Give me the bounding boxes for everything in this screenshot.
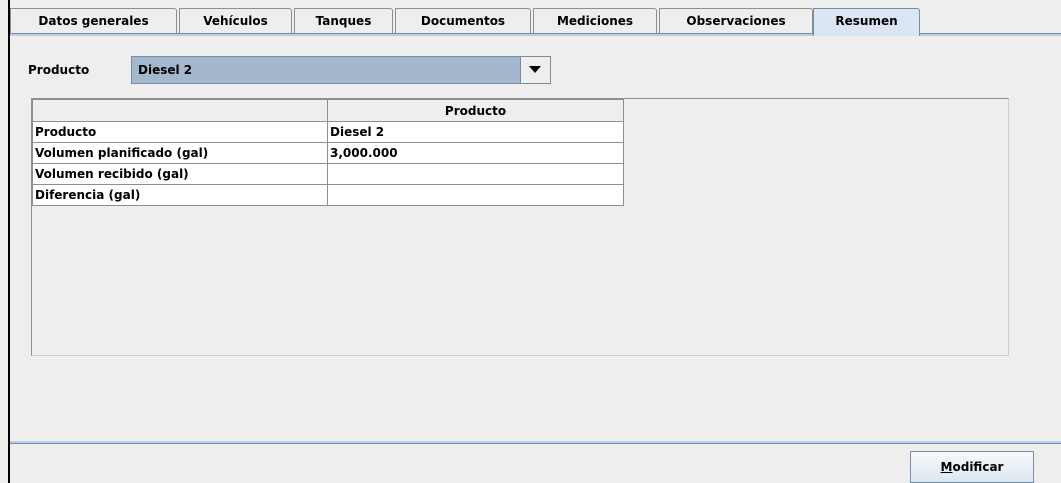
producto-label: Producto	[28, 63, 90, 77]
value-cell[interactable]: Diesel 2	[327, 121, 624, 143]
column-header-producto[interactable]: Producto	[327, 99, 624, 122]
tab-label: Datos generales	[38, 14, 149, 28]
tab-label: Observaciones	[686, 14, 786, 28]
value-cell[interactable]: 3,000.000	[327, 142, 624, 164]
tab-label: Vehículos	[203, 14, 268, 28]
tab-vehiculos[interactable]: Vehículos	[179, 8, 292, 34]
modificar-mnemonic: M	[940, 460, 953, 474]
table-header-row: Producto	[32, 99, 624, 122]
table-row[interactable]: Producto Diesel 2	[32, 121, 624, 143]
tab-observaciones[interactable]: Observaciones	[659, 8, 813, 34]
producto-select-arrow-button[interactable]	[520, 57, 550, 83]
tab-label: Tanques	[315, 14, 372, 28]
chevron-down-icon	[529, 66, 541, 73]
row-label-cell[interactable]: Volumen recibido (gal)	[32, 163, 328, 185]
panel-bottom-divider	[10, 441, 1061, 444]
table-row[interactable]: Volumen planificado (gal) 3,000.000	[32, 142, 624, 164]
tab-documentos[interactable]: Documentos	[395, 8, 531, 34]
value-cell[interactable]	[327, 163, 624, 185]
window-left-border	[0, 0, 10, 483]
row-label-cell[interactable]: Volumen planificado (gal)	[32, 142, 328, 164]
tab-mediciones[interactable]: Mediciones	[533, 8, 657, 34]
summary-table-scrollpane[interactable]: Producto Producto Diesel 2 Volumen plani…	[31, 98, 1009, 356]
tab-label: Resumen	[835, 14, 898, 28]
summary-table: Producto Producto Diesel 2 Volumen plani…	[32, 99, 624, 206]
table-row[interactable]: Diferencia (gal)	[32, 184, 624, 206]
tab-tanques[interactable]: Tanques	[294, 8, 393, 34]
modificar-button[interactable]: Modificar	[910, 451, 1034, 483]
tab-label: Mediciones	[556, 14, 634, 28]
tab-datos-generales[interactable]: Datos generales	[10, 8, 177, 34]
row-label-cell[interactable]: Diferencia (gal)	[32, 184, 328, 206]
row-label-cell[interactable]: Producto	[32, 121, 328, 143]
column-header-blank[interactable]	[32, 99, 328, 122]
producto-select[interactable]: Diesel 2	[131, 56, 551, 84]
value-cell[interactable]	[327, 184, 624, 206]
table-row[interactable]: Volumen recibido (gal)	[32, 163, 624, 185]
window: Datos generales Vehículos Tanques Docume…	[0, 0, 1061, 483]
modificar-label-rest: odificar	[952, 460, 1004, 474]
tab-strip: Datos generales Vehículos Tanques Docume…	[10, 8, 1061, 36]
tab-resumen[interactable]: Resumen	[813, 8, 920, 36]
tab-label: Documentos	[420, 14, 506, 28]
producto-select-value: Diesel 2	[138, 63, 193, 77]
